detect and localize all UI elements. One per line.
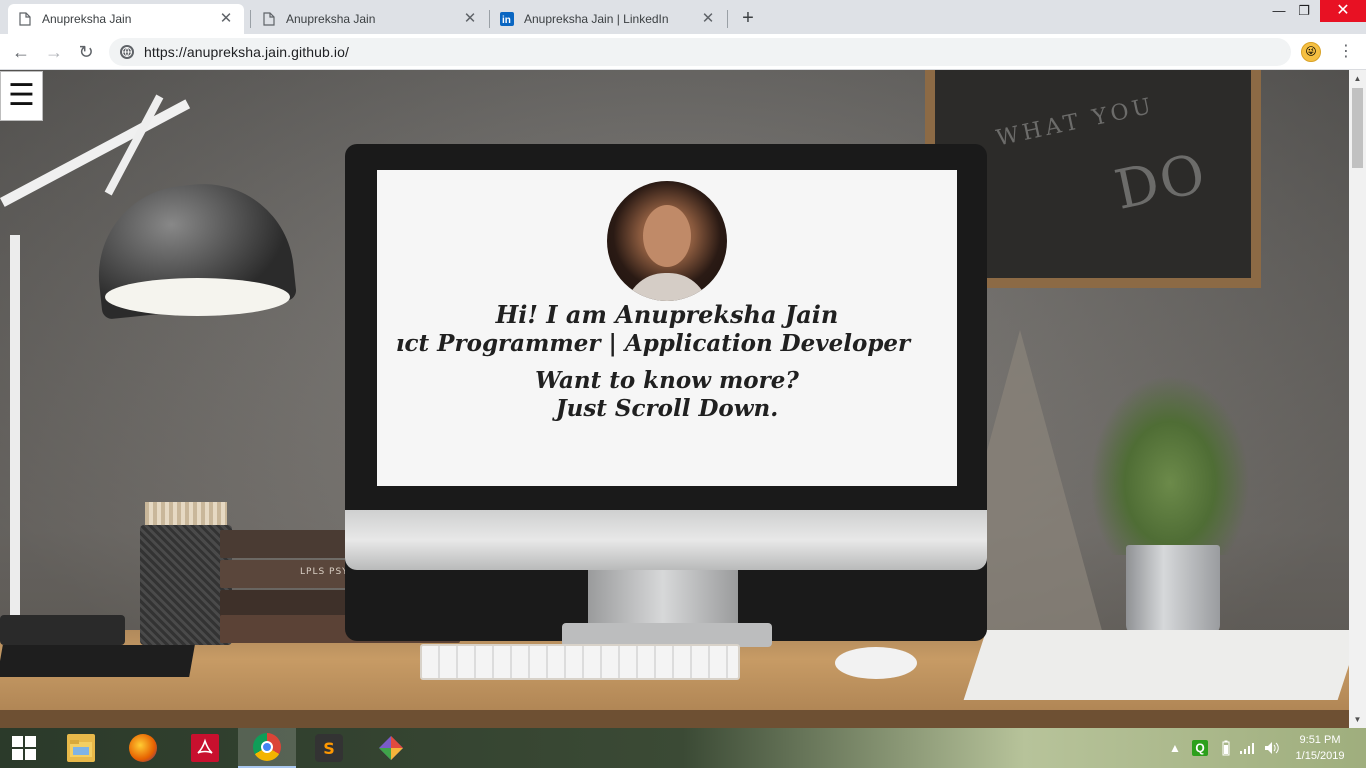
plant-pot-image	[1126, 545, 1220, 635]
close-window-button[interactable]: ✕	[1320, 0, 1366, 22]
git-extensions-icon	[377, 734, 405, 762]
windows-logo-icon	[12, 749, 23, 760]
scrollbar-thumb[interactable]	[1352, 88, 1363, 168]
url-text: https://anupreksha.jain.github.io/	[144, 44, 349, 60]
chalkboard-text-big: DO	[1109, 141, 1213, 222]
firefox-icon	[129, 734, 157, 762]
monitor-screen: Hi! I am Anupreksha Jain ıct Programmer …	[377, 170, 957, 486]
tab-3[interactable]: in Anupreksha Jain | LinkedIn ✕	[490, 4, 726, 34]
taskbar-clock[interactable]: 9:51 PM 1/15/2019	[1286, 732, 1354, 764]
plant-image	[1090, 375, 1250, 555]
tab-separator	[727, 10, 728, 28]
windows-logo-icon	[25, 736, 36, 747]
reload-button[interactable]: ↻	[74, 40, 98, 64]
chevron-up-icon[interactable]: ▲	[1168, 728, 1182, 768]
notebook-image	[0, 645, 195, 677]
taskbar-git-extensions[interactable]	[362, 728, 420, 768]
tab-separator	[250, 10, 251, 28]
tab-title: Anupreksha Jain	[42, 12, 132, 26]
scroll-up-arrow-icon[interactable]: ▲	[1349, 70, 1366, 87]
volume-icon[interactable]	[1262, 728, 1282, 768]
start-button[interactable]	[0, 728, 50, 768]
taskbar-firefox[interactable]	[114, 728, 172, 768]
close-tab-icon[interactable]: ✕	[700, 11, 716, 27]
scroll-hint-text: Just Scroll Down.	[555, 395, 779, 422]
windows-logo-icon	[25, 749, 36, 760]
svg-text:in: in	[502, 15, 511, 26]
intro-heading: Hi! I am Anupreksha Jain	[495, 300, 839, 329]
battery-icon[interactable]	[1218, 728, 1234, 768]
pencil-cup-image	[140, 525, 232, 645]
tab-title: Anupreksha Jain	[286, 12, 376, 26]
lamp-base	[0, 615, 125, 645]
address-bar[interactable]: https://anupreksha.jain.github.io/	[109, 38, 1291, 66]
scroll-down-arrow-icon[interactable]: ▼	[1349, 711, 1366, 728]
page-icon	[262, 12, 276, 26]
restore-button[interactable]: ❐	[1287, 0, 1321, 22]
lamp-pole	[10, 235, 20, 635]
browser-menu-button[interactable]: ⋮	[1334, 40, 1358, 64]
mouse-image	[835, 647, 917, 679]
acrobat-icon	[191, 734, 219, 762]
clock-time: 9:51 PM	[1299, 734, 1341, 746]
file-explorer-icon	[67, 734, 95, 762]
close-tab-icon[interactable]: ✕	[218, 11, 234, 27]
sublime-text-icon: S	[315, 734, 343, 762]
lamp-bulb	[105, 278, 290, 316]
quickbooks-label: Q	[1192, 740, 1208, 756]
windows-taskbar: S ▲ Q 9:51 PM 1/15/2019	[0, 728, 1366, 768]
back-button[interactable]: ←	[9, 40, 33, 64]
browser-toolbar: ← → ↻ https://anupreksha.jain.github.io/…	[0, 34, 1366, 70]
chalkboard-text: WHAT YOU	[994, 93, 1158, 152]
linkedin-icon: in	[500, 12, 514, 26]
close-tab-icon[interactable]: ✕	[462, 11, 478, 27]
site-info-icon[interactable]	[119, 44, 135, 60]
emoji-extension-icon[interactable]: 😜	[1301, 42, 1321, 62]
quickbooks-icon[interactable]: Q	[1190, 728, 1210, 768]
tab-1[interactable]: Anupreksha Jain ✕	[8, 4, 244, 34]
new-tab-button[interactable]: +	[737, 7, 759, 29]
roles-text: ıct Programmer | Application Developer	[395, 330, 911, 357]
chrome-icon	[253, 733, 281, 761]
taskbar-acrobat[interactable]	[176, 728, 234, 768]
desk-background-image: WHAT YOU DO LPLS PSYCHOLOGY	[0, 70, 1349, 728]
page-viewport: WHAT YOU DO LPLS PSYCHOLOGY	[0, 70, 1349, 728]
profile-photo-shirt	[625, 273, 709, 301]
wifi-icon[interactable]	[1238, 728, 1256, 768]
keyboard-image	[420, 644, 740, 680]
page-icon	[18, 12, 32, 26]
taskbar-chrome[interactable]	[238, 728, 296, 768]
know-more-text: Want to know more?	[535, 367, 799, 394]
vertical-scrollbar[interactable]: ▲ ▼	[1349, 70, 1366, 728]
desk-edge	[0, 710, 1349, 728]
profile-photo	[607, 181, 727, 301]
monitor-chin	[345, 510, 987, 570]
tab-title: Anupreksha Jain | LinkedIn	[524, 12, 669, 26]
taskbar-sublime-text[interactable]: S	[300, 728, 358, 768]
papers-image	[963, 630, 1349, 700]
clock-date: 1/15/2019	[1295, 750, 1345, 762]
monitor-stand	[588, 570, 738, 630]
profile-photo-face	[643, 205, 691, 267]
windows-logo-icon	[12, 736, 23, 747]
tab-strip: Anupreksha Jain ✕ Anupreksha Jain ✕ in A…	[0, 0, 1366, 34]
hamburger-menu-button[interactable]: ☰	[0, 71, 43, 121]
taskbar-file-explorer[interactable]	[52, 728, 110, 768]
forward-button[interactable]: →	[42, 40, 66, 64]
tab-2[interactable]: Anupreksha Jain ✕	[252, 4, 488, 34]
